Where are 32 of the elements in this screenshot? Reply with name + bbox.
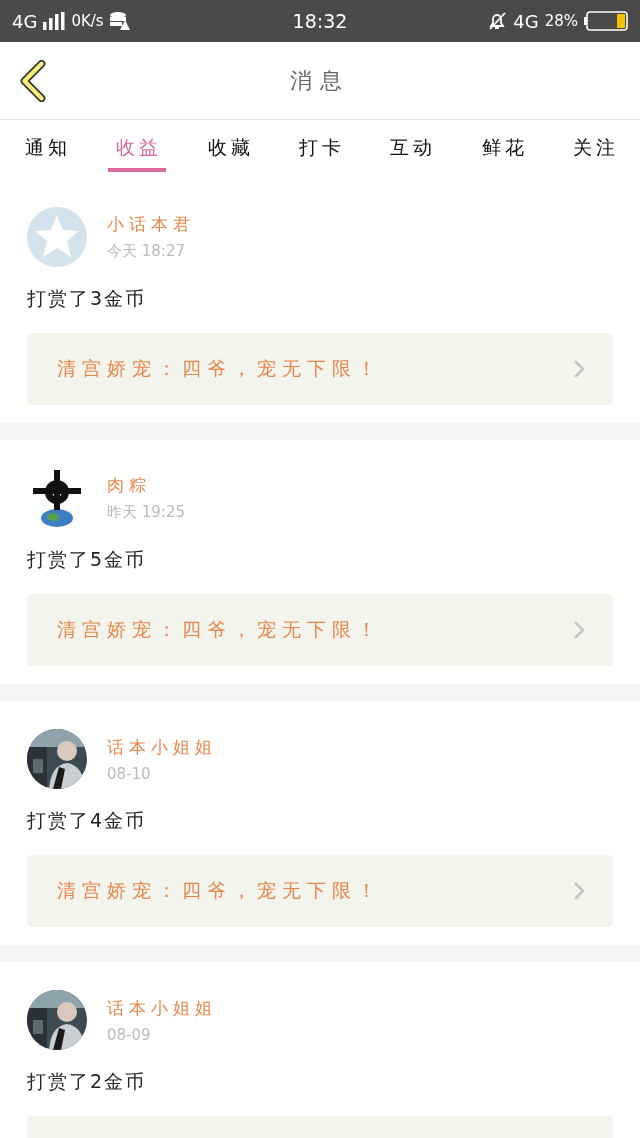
message-text: 打赏了3金币 — [27, 286, 147, 311]
tab[interactable]: 通知 — [17, 120, 75, 172]
battery-percent: 28% — [544, 12, 578, 30]
message-text: 打赏了4金币 — [27, 808, 147, 833]
chevron-right-icon — [573, 620, 585, 640]
network-label: 4G — [12, 10, 38, 32]
message-time: 08-10 — [107, 764, 152, 783]
message-text: 打赏了2金币 — [27, 1069, 147, 1094]
user-name: 话本小姐姐 — [107, 996, 217, 1020]
clock: 18:32 — [292, 10, 348, 32]
database-warning-icon — [109, 12, 130, 30]
user-name: 话本小姐姐 — [107, 735, 217, 759]
battery-icon — [584, 11, 628, 31]
tab[interactable]: 互动 — [382, 120, 441, 172]
message-time: 今天 18:27 — [107, 242, 186, 261]
bell-off-icon — [487, 11, 508, 31]
message-time: 昨天 19:25 — [107, 503, 185, 522]
chevron-right-icon — [573, 359, 585, 379]
chevron-right-icon — [573, 881, 585, 901]
tab[interactable]: 打卡 — [291, 120, 349, 172]
signal-icon — [43, 12, 66, 30]
user-name: 小话本君 — [107, 213, 195, 236]
tab[interactable]: 收藏 — [199, 120, 258, 172]
message-text: 打赏了5金币 — [27, 547, 147, 572]
user-name: 肉粽 — [107, 474, 152, 497]
page-title: 消息 — [290, 66, 350, 95]
tab[interactable]: 关注 — [565, 120, 623, 172]
network-label: 4G — [513, 10, 539, 32]
message-time: 08-09 — [107, 1025, 152, 1044]
speed-label: 0K/s — [71, 12, 104, 30]
default-avatar-icon — [27, 207, 87, 267]
tab[interactable]: 鲜花 — [474, 120, 532, 172]
